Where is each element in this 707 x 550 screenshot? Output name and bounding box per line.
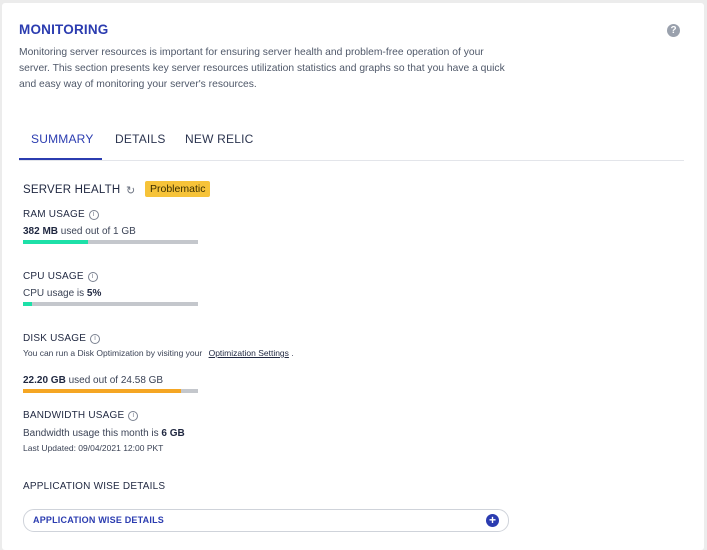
disk-used-suffix: used out of 24.58 GB <box>68 375 164 386</box>
cpu-usage-bar <box>23 302 198 306</box>
bandwidth-usage-label-text: BANDWIDTH USAGE <box>23 410 125 421</box>
disk-usage-bar-fill <box>23 389 181 393</box>
ram-used-suffix: used out of 1 GB <box>60 226 136 237</box>
disk-note-end: . <box>291 348 294 358</box>
cpu-usage-bar-fill <box>23 302 32 306</box>
cpu-usage-label: CPU USAGE i <box>23 271 98 282</box>
page-description: Monitoring server resources is important… <box>19 47 505 90</box>
plus-circle-icon[interactable]: + <box>486 514 499 527</box>
ram-usage-label: RAM USAGE i <box>23 209 99 220</box>
cpu-usage-text: CPU usage is 5% <box>23 288 101 299</box>
ram-usage-bar <box>23 240 198 244</box>
ram-used-value: 382 MB <box>23 226 59 237</box>
refresh-icon[interactable]: ↻ <box>126 184 135 197</box>
disk-usage-text: 22.20 GB used out of 24.58 GB <box>23 375 163 386</box>
status-badge: Problematic <box>145 181 211 197</box>
active-tab-indicator <box>19 158 102 160</box>
bandwidth-usage-prefix: Bandwidth usage this month is <box>23 428 159 439</box>
ram-usage-bar-fill <box>23 240 88 244</box>
cpu-usage-value: 5% <box>86 288 102 299</box>
monitoring-panel: MONITORING ? Monitoring server resources… <box>2 3 704 550</box>
ram-usage-label-text: RAM USAGE <box>23 209 85 220</box>
bandwidth-usage-value: 6 GB <box>161 428 185 439</box>
bandwidth-last-updated: Last Updated: 09/04/2021 12:00 PKT <box>23 443 164 453</box>
disk-usage-label-text: DISK USAGE <box>23 333 87 344</box>
info-icon[interactable]: i <box>128 411 139 421</box>
info-icon[interactable]: i <box>88 210 99 220</box>
info-icon[interactable]: i <box>87 272 98 282</box>
tab-details[interactable]: DETAILS <box>115 132 166 146</box>
ram-usage-text: 382 MB used out of 1 GB <box>23 226 136 237</box>
disk-optimization-note: You can run a Disk Optimization by visit… <box>23 348 294 358</box>
server-health-title: SERVER HEALTH <box>23 184 121 196</box>
disk-usage-label: DISK USAGE i <box>23 333 101 344</box>
tab-summary[interactable]: SUMMARY <box>31 132 94 146</box>
cpu-usage-prefix: CPU usage is <box>23 288 85 299</box>
cpu-usage-label-text: CPU USAGE <box>23 271 84 282</box>
application-wise-title: APPLICATION WISE DETAILS <box>23 481 166 492</box>
disk-used-value: 22.20 GB <box>23 375 66 386</box>
tab-bar: SUMMARY DETAILS NEW RELIC <box>19 123 684 161</box>
disk-usage-bar <box>23 389 198 393</box>
help-icon[interactable]: ? <box>667 24 680 37</box>
application-wise-button-label: APPLICATION WISE DETAILS <box>33 515 164 525</box>
bandwidth-usage-label: BANDWIDTH USAGE i <box>23 410 139 421</box>
info-icon[interactable]: i <box>90 334 101 344</box>
application-wise-details-button[interactable]: APPLICATION WISE DETAILS + <box>23 509 509 532</box>
disk-note-text: You can run a Disk Optimization by visit… <box>23 348 203 358</box>
page-title: MONITORING <box>19 22 109 37</box>
bandwidth-usage-text: Bandwidth usage this month is 6 GB <box>23 428 185 439</box>
optimization-settings-link[interactable]: Optimization Settings <box>209 348 289 358</box>
tab-new-relic[interactable]: NEW RELIC <box>185 132 253 146</box>
